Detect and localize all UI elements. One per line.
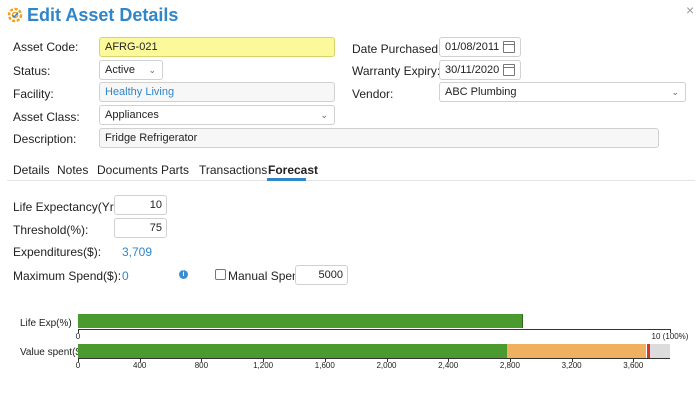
gear-icon — [7, 7, 23, 23]
bar-segment-to-expenditure — [506, 344, 646, 358]
life-expectancy-label: Life Expectancy(Yrs): — [13, 200, 128, 214]
status-value: Active — [105, 64, 135, 76]
asset-class-select[interactable]: Appliances ⌄ — [99, 105, 335, 125]
maximum-spend-value: 0 — [122, 269, 129, 283]
facility-label: Facility: — [13, 87, 54, 101]
close-icon[interactable]: × — [686, 2, 694, 18]
date-purchased-input[interactable]: 01/08/2011 — [439, 37, 521, 57]
tab-documents[interactable]: Documents — [97, 163, 158, 177]
expenditures-value: 3,709 — [122, 245, 153, 259]
description-input[interactable]: Fridge Refrigerator — [99, 128, 659, 148]
tabs-divider — [7, 180, 695, 181]
vendor-value: ABC Plumbing — [445, 86, 517, 98]
calendar-icon[interactable] — [503, 64, 515, 76]
tab-details[interactable]: Details — [13, 163, 50, 177]
threshold-input[interactable]: 75 — [114, 218, 167, 238]
warranty-expiry-input[interactable]: 30/11/2020 — [439, 60, 521, 80]
manual-spend-checkbox[interactable] — [215, 269, 226, 280]
tab-forecast[interactable]: Forecast — [268, 163, 318, 177]
life-expectancy-input[interactable]: 10 — [114, 195, 167, 215]
bar-segment-elapsed — [78, 314, 523, 328]
asset-class-label: Asset Class: — [13, 110, 80, 124]
x-axis-tick-label: 0 — [75, 361, 81, 370]
bar-category-label: Value spent($) — [20, 347, 85, 358]
x-axis-tick-label: 2,400 — [438, 361, 459, 370]
manual-spend-input[interactable]: 5000 — [295, 265, 348, 285]
active-tab-indicator — [267, 178, 306, 181]
warranty-expiry-label: Warranty Expiry: — [352, 64, 441, 78]
maximum-spend-label: Maximum Spend($): — [13, 269, 122, 283]
x-axis-tick-label: 1,600 — [314, 361, 335, 370]
status-select[interactable]: Active ⌄ — [99, 60, 163, 80]
facility-link[interactable]: Healthy Living — [99, 82, 335, 102]
x-axis-tick-label: 0 — [75, 332, 81, 341]
x-axis-tick-label: 2,000 — [376, 361, 397, 370]
asset-class-value: Appliances — [105, 109, 159, 121]
chevron-down-icon: ⌄ — [671, 87, 679, 97]
bar-segment-threshold — [78, 344, 508, 358]
expenditures-label: Expenditures($): — [13, 245, 102, 259]
x-axis-tick-label: 1,200 — [253, 361, 274, 370]
bar-category-label: Life Exp(%) — [20, 318, 72, 329]
tab-parts[interactable]: Parts — [161, 163, 189, 177]
tab-transactions[interactable]: Transactions — [199, 163, 267, 177]
date-purchased-value: 01/08/2011 — [445, 41, 500, 53]
x-axis-tick-label: 10 (100%) — [651, 332, 689, 341]
x-axis-tick-label: 3,200 — [561, 361, 582, 370]
dialog-title: Edit Asset Details — [27, 5, 179, 25]
x-axis-line — [78, 358, 670, 359]
chevron-down-icon: ⌄ — [148, 65, 156, 75]
asset-code-label: Asset Code: — [13, 40, 79, 54]
vendor-select[interactable]: ABC Plumbing ⌄ — [439, 82, 686, 102]
chevron-down-icon: ⌄ — [320, 110, 328, 120]
threshold-label: Threshold(%): — [13, 223, 89, 237]
tab-notes[interactable]: Notes — [57, 163, 88, 177]
bar-segment-max — [650, 344, 670, 358]
warranty-expiry-value: 30/11/2020 — [445, 64, 500, 76]
status-label: Status: — [13, 64, 51, 78]
date-purchased-label: Date Purchased: — [352, 42, 442, 56]
x-axis-tick-label: 800 — [194, 361, 209, 370]
x-axis-line — [78, 329, 670, 330]
vendor-label: Vendor: — [352, 87, 394, 101]
calendar-icon[interactable] — [503, 41, 515, 53]
description-label: Description: — [13, 132, 77, 146]
info-icon[interactable]: i — [179, 270, 188, 279]
x-axis-tick-label: 3,600 — [623, 361, 644, 370]
asset-code-input[interactable]: AFRG-021 — [99, 37, 335, 57]
x-axis-tick-label: 400 — [133, 361, 147, 370]
x-axis-tick-label: 2,800 — [499, 361, 520, 370]
